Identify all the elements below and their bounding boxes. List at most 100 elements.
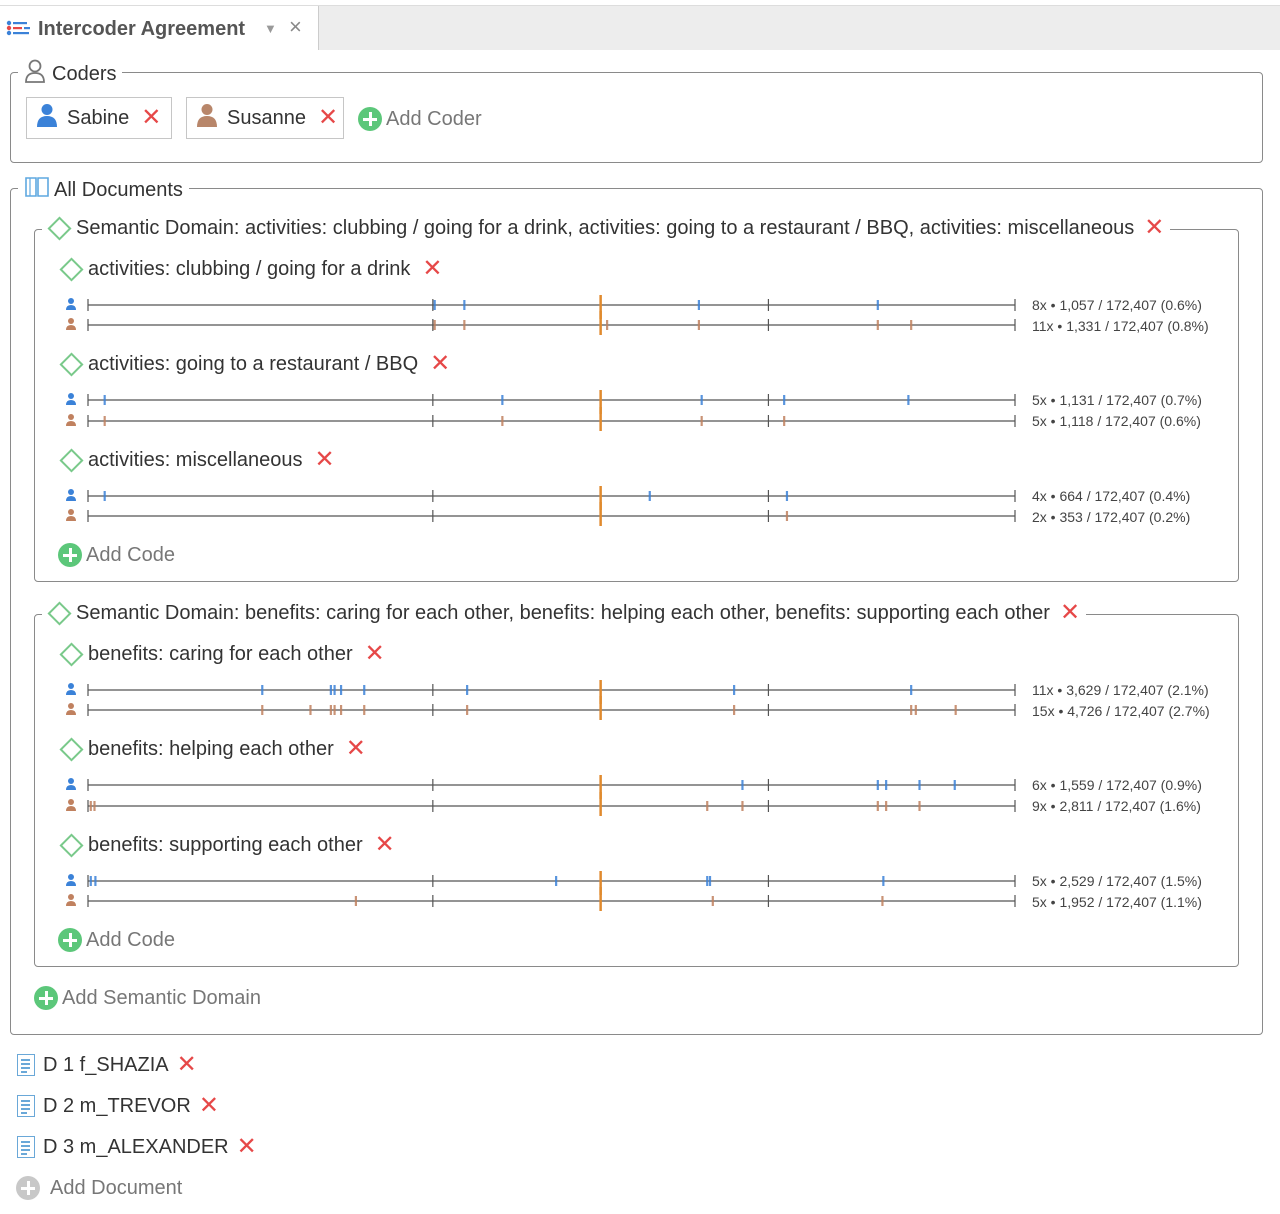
document-name: D 1 f_SHAZIA xyxy=(43,1053,169,1076)
add-icon xyxy=(58,543,82,567)
coder-person-head xyxy=(68,894,74,900)
add-coder-label: Add Coder xyxy=(386,107,482,130)
code-diamond-icon xyxy=(59,256,84,282)
add-coder-button[interactable]: Add Coder xyxy=(358,107,482,131)
add-semantic-domain-label: Add Semantic Domain xyxy=(62,986,261,1009)
document-item[interactable]: D 2 m_TREVOR ✕ xyxy=(17,1094,219,1118)
coder-person-head xyxy=(68,799,74,805)
coder-track xyxy=(66,696,1016,720)
coder-person-icon xyxy=(66,318,76,330)
coder-person-icon xyxy=(66,414,76,426)
coder-person-body xyxy=(66,516,76,521)
code-name: benefits: supporting each other xyxy=(88,833,363,856)
add-document-button[interactable]: Add Document xyxy=(16,1176,182,1200)
coder-track xyxy=(66,792,1016,816)
coder-track xyxy=(66,502,1016,526)
code-header: activities: miscellaneous ✕ xyxy=(59,448,335,473)
tab-close-button[interactable]: × xyxy=(289,14,302,40)
chevron-down-icon[interactable]: ▼ xyxy=(264,21,277,36)
document-name: D 2 m_TREVOR xyxy=(43,1094,191,1117)
coder-person-head xyxy=(68,874,74,880)
coder-track xyxy=(66,887,1016,911)
remove-code-button[interactable]: ✕ xyxy=(375,833,395,857)
remove-code-button[interactable]: ✕ xyxy=(346,737,366,761)
add-icon xyxy=(34,986,58,1010)
coder-chip-susanne[interactable]: Susanne ✕ xyxy=(186,97,344,139)
code-name: benefits: caring for each other xyxy=(88,642,353,665)
coder-person-icon xyxy=(66,509,76,521)
coder-person-body xyxy=(66,400,76,405)
coder-person-head xyxy=(68,414,74,420)
tab-title: Intercoder Agreement xyxy=(38,18,246,40)
coder-track xyxy=(66,680,1016,704)
add-semantic-domain-button[interactable]: Add Semantic Domain xyxy=(34,986,261,1010)
code-header: activities: going to a restaurant / BBQ … xyxy=(59,352,450,377)
coder-stats: 11x • 3,629 / 172,407 (2.1%) xyxy=(1032,682,1209,698)
code-name: activities: clubbing / going for a drink xyxy=(88,257,411,280)
coder-person-icon xyxy=(66,778,76,790)
coder-stats: 8x • 1,057 / 172,407 (0.6%) xyxy=(1032,297,1202,313)
semantic-domain-title: Semantic Domain: activities: clubbing / … xyxy=(76,216,1135,239)
coder-person-head xyxy=(68,703,74,709)
coder-person-body xyxy=(66,325,76,330)
add-code-label: Add Code xyxy=(86,543,175,566)
code-header: benefits: helping each other ✕ xyxy=(59,737,366,762)
coder-stats: 4x • 664 / 172,407 (0.4%) xyxy=(1032,488,1191,504)
text-document-icon xyxy=(17,1136,35,1158)
add-icon xyxy=(58,928,82,952)
coder-person-head xyxy=(68,509,74,515)
coder-person-body xyxy=(66,305,76,310)
document-item[interactable]: D 3 m_ALEXANDER ✕ xyxy=(17,1135,257,1159)
coder-name: Susanne xyxy=(227,106,306,129)
semantic-domain-header: Semantic Domain: benefits: caring for ea… xyxy=(42,601,1087,626)
remove-code-button[interactable]: ✕ xyxy=(365,642,385,666)
code-name: activities: miscellaneous xyxy=(88,448,303,471)
coder-person-head xyxy=(68,393,74,399)
coder-person-icon xyxy=(197,103,217,133)
coder-person-icon xyxy=(66,683,76,695)
code-header: activities: clubbing / going for a drink… xyxy=(59,256,443,282)
remove-coder-button[interactable]: ✕ xyxy=(141,106,161,130)
remove-coder-button[interactable]: ✕ xyxy=(318,106,338,130)
all-documents-legend: All Documents xyxy=(18,176,189,204)
add-document-label: Add Document xyxy=(50,1176,183,1199)
add-code-button[interactable]: Add Code xyxy=(58,928,175,952)
coder-person-body xyxy=(66,496,76,501)
coder-track xyxy=(66,407,1016,431)
code-header: benefits: caring for each other ✕ xyxy=(59,642,385,667)
coder-person-icon xyxy=(66,894,76,906)
coder-stats: 15x • 4,726 / 172,407 (2.7%) xyxy=(1032,703,1210,719)
tab-intercoder-agreement[interactable]: Intercoder Agreement ▼ × xyxy=(0,6,319,50)
coder-person-icon xyxy=(66,874,76,886)
coders-legend: Coders xyxy=(18,59,123,89)
coder-person-body xyxy=(66,710,76,715)
document-name: D 3 m_ALEXANDER xyxy=(43,1135,229,1158)
coder-stats: 2x • 353 / 172,407 (0.2%) xyxy=(1032,509,1191,525)
coder-name: Sabine xyxy=(67,106,130,129)
coder-track xyxy=(66,295,1016,319)
book-icon xyxy=(24,176,50,204)
coder-track xyxy=(66,390,1016,414)
remove-document-button[interactable]: ✕ xyxy=(199,1094,219,1118)
coder-stats: 9x • 2,811 / 172,407 (1.6%) xyxy=(1032,798,1201,814)
coder-stats: 6x • 1,559 / 172,407 (0.9%) xyxy=(1032,777,1202,793)
coder-person-head xyxy=(68,318,74,324)
remove-document-button[interactable]: ✕ xyxy=(177,1053,197,1077)
remove-code-button[interactable]: ✕ xyxy=(315,448,335,472)
remove-domain-button[interactable]: ✕ xyxy=(1144,216,1164,240)
code-diamond-icon xyxy=(47,215,72,241)
code-name: benefits: helping each other xyxy=(88,737,334,760)
intercoder-agreement-icon xyxy=(6,20,32,41)
remove-document-button[interactable]: ✕ xyxy=(237,1135,257,1159)
remove-code-button[interactable]: ✕ xyxy=(422,257,442,281)
coder-person-icon xyxy=(66,489,76,501)
document-item[interactable]: D 1 f_SHAZIA ✕ xyxy=(17,1053,197,1077)
coders-legend-label: Coders xyxy=(52,62,117,85)
remove-domain-button[interactable]: ✕ xyxy=(1060,601,1080,625)
coder-stats: 11x • 1,331 / 172,407 (0.8%) xyxy=(1032,318,1209,334)
code-name: activities: going to a restaurant / BBQ xyxy=(88,352,419,375)
add-icon xyxy=(358,107,382,131)
remove-code-button[interactable]: ✕ xyxy=(430,352,450,376)
coder-chip-sabine[interactable]: Sabine ✕ xyxy=(26,97,172,139)
add-code-button[interactable]: Add Code xyxy=(58,543,175,567)
